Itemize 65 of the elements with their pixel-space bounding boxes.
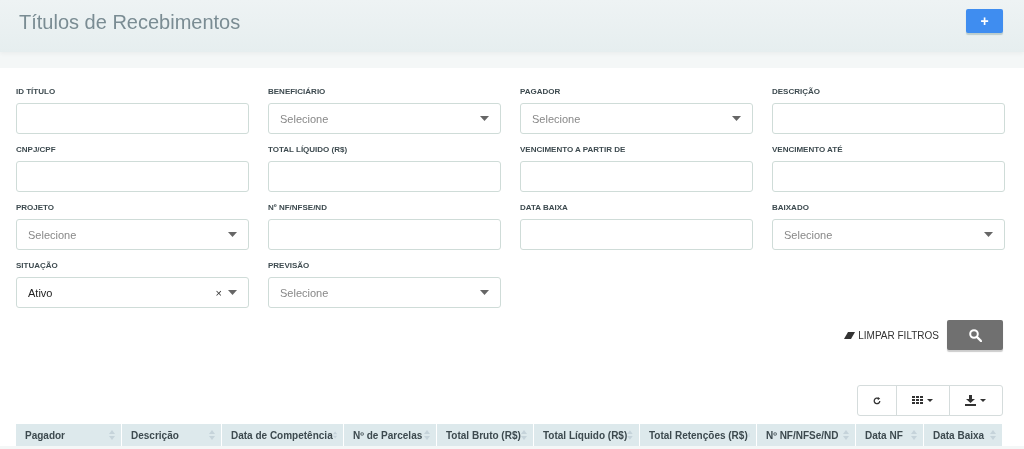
select-field[interactable]: Selecione bbox=[772, 219, 1005, 250]
column-header[interactable]: Total Bruto (R$) bbox=[437, 424, 534, 446]
caret-icon bbox=[228, 290, 237, 295]
input-field[interactable] bbox=[16, 103, 249, 134]
select-field[interactable]: Selecione bbox=[520, 103, 753, 134]
column-header[interactable]: Total Líquido (R$) bbox=[534, 424, 640, 446]
clear-icon[interactable]: × bbox=[215, 286, 222, 299]
refresh-icon bbox=[873, 395, 881, 406]
field-label: Nº NF/NFSE/ND bbox=[268, 202, 328, 214]
input-field[interactable] bbox=[520, 161, 753, 192]
caret-icon bbox=[228, 232, 237, 237]
sort-icon bbox=[521, 430, 527, 440]
sort-icon bbox=[332, 430, 337, 440]
field-label: PAGADOR bbox=[520, 86, 562, 98]
search-icon bbox=[968, 328, 982, 342]
grid-icon bbox=[912, 396, 934, 405]
column-header[interactable]: Total Retenções (R$) bbox=[640, 424, 757, 446]
sort-icon bbox=[843, 430, 849, 440]
select-field[interactable]: Selecione bbox=[16, 219, 249, 250]
field-label: VENCIMENTO ATÉ bbox=[772, 144, 844, 156]
field-label: ID TÍTULO bbox=[16, 86, 57, 98]
field-label: PREVISÃO bbox=[268, 260, 311, 272]
column-header[interactable]: Data NF bbox=[856, 424, 924, 446]
sort-icon bbox=[990, 430, 996, 440]
caret-icon bbox=[732, 116, 741, 121]
field-label: TOTAL LÍQUIDO (R$) bbox=[268, 144, 349, 156]
column-header[interactable]: Nº NF/NFSe/ND bbox=[757, 424, 856, 446]
field-label: DESCRIÇÃO bbox=[772, 86, 821, 98]
select-field[interactable]: Selecione bbox=[268, 103, 501, 134]
field-label: BAIXADO bbox=[772, 202, 810, 214]
sort-icon bbox=[424, 430, 430, 440]
column-header[interactable]: Nº de Parcelas bbox=[344, 424, 437, 446]
sort-icon bbox=[209, 430, 215, 440]
field-label: SITUAÇÃO bbox=[16, 260, 59, 272]
field-label: VENCIMENTO A PARTIR DE bbox=[520, 144, 627, 156]
search-button[interactable] bbox=[947, 320, 1003, 350]
input-field[interactable] bbox=[772, 103, 1005, 134]
input-field[interactable] bbox=[772, 161, 1005, 192]
input-field[interactable] bbox=[520, 219, 753, 250]
clear-filters-button[interactable]: LIMPAR FILTROS bbox=[844, 329, 939, 341]
refresh-button[interactable] bbox=[857, 385, 897, 416]
caret-icon bbox=[480, 290, 489, 295]
field-label: PROJETO bbox=[16, 202, 56, 214]
select-field[interactable]: Selecione bbox=[268, 277, 501, 308]
caret-icon bbox=[480, 116, 489, 121]
sort-icon bbox=[109, 430, 115, 440]
column-header[interactable]: Data de Competência bbox=[222, 424, 344, 446]
column-header[interactable]: Descrição bbox=[122, 424, 222, 446]
caret-icon bbox=[984, 232, 993, 237]
eraser-icon bbox=[844, 331, 856, 339]
download-icon bbox=[965, 395, 987, 406]
input-field[interactable] bbox=[268, 219, 501, 250]
input-field[interactable] bbox=[268, 161, 501, 192]
field-label: DATA BAIXA bbox=[520, 202, 569, 214]
input-field[interactable] bbox=[16, 161, 249, 192]
field-label: CNPJ/CPF bbox=[16, 144, 57, 156]
column-header[interactable]: Pagador bbox=[16, 424, 122, 446]
page-title: Títulos de Recebimentos bbox=[19, 10, 241, 34]
sort-icon bbox=[627, 430, 633, 440]
columns-button[interactable] bbox=[896, 385, 950, 416]
select-field[interactable]: Ativo × bbox=[16, 277, 249, 308]
field-label: BENEFICIÁRIO bbox=[268, 86, 327, 98]
column-header[interactable]: Data Baixa bbox=[924, 424, 1003, 446]
sort-icon bbox=[911, 430, 917, 440]
export-button[interactable] bbox=[949, 385, 1003, 416]
